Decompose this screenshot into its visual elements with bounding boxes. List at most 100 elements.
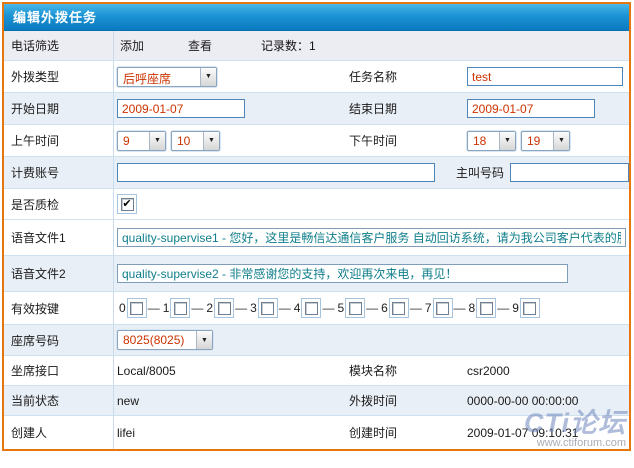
module-name-label: 模块名称 xyxy=(349,362,467,379)
pm-time-from-dropdown[interactable]: 18 ▼ xyxy=(467,131,516,151)
valid-key-checkbox-3[interactable] xyxy=(258,298,278,318)
row-creator-createtime: 创建人 lifei 创建时间 2009-01-07 09:10:31 xyxy=(4,416,629,449)
key-digit-7: 7 xyxy=(425,301,432,315)
chevron-down-icon[interactable]: ▼ xyxy=(203,132,219,150)
am-time-from-dropdown[interactable]: 9 ▼ xyxy=(117,131,166,151)
row-quality-check: 是否质检 ✔ xyxy=(4,189,629,220)
edit-outbound-task-window: 编辑外拨任务 电话筛选 添加 查看 记录数：1 外拨类型 后呼座席 ▼ 任务名称… xyxy=(2,2,631,451)
creator-label: 创建人 xyxy=(4,416,114,449)
module-name-value: csr2000 xyxy=(467,364,510,378)
row-phone-filter: 电话筛选 添加 查看 记录数：1 xyxy=(4,31,629,61)
valid-keys-label: 有效按键 xyxy=(4,292,114,324)
quality-check-label: 是否质检 xyxy=(4,189,114,219)
chevron-down-icon[interactable]: ▼ xyxy=(553,132,569,150)
add-link[interactable]: 添加 xyxy=(120,37,144,54)
window-title: 编辑外拨任务 xyxy=(4,4,629,31)
am-time-to-value: 10 xyxy=(172,132,203,150)
valid-keys-group: 0 — 1 — 2 — 3 — 4 — 5 — 6 — xyxy=(117,298,540,318)
row-valid-keys: 有效按键 0 — 1 — 2 — 3 — 4 — 5 — 6 xyxy=(4,292,629,325)
key-digit-9: 9 xyxy=(512,301,519,315)
pm-time-label: 下午时间 xyxy=(349,132,467,149)
agent-number-dropdown[interactable]: 8025(8025) ▼ xyxy=(117,330,213,350)
voice-file-1-label: 语音文件1 xyxy=(4,220,114,255)
agent-interface-value: Local/8005 xyxy=(117,364,176,378)
valid-key-checkbox-5[interactable] xyxy=(345,298,365,318)
row-status-dialtime: 当前状态 new 外拨时间 0000-00-00 00:00:00 xyxy=(4,386,629,416)
creator-value: lifei xyxy=(117,426,135,440)
current-status-value: new xyxy=(117,394,139,408)
chevron-down-icon[interactable]: ▼ xyxy=(200,68,216,86)
check-icon: ✔ xyxy=(121,198,134,211)
valid-key-checkbox-7[interactable] xyxy=(433,298,453,318)
am-time-from-value: 9 xyxy=(118,132,149,150)
row-agent-number: 座席号码 8025(8025) ▼ xyxy=(4,325,629,356)
key-separator: — xyxy=(454,301,466,315)
valid-key-checkbox-6[interactable] xyxy=(389,298,409,318)
agent-interface-label: 坐席接口 xyxy=(4,356,114,385)
key-separator: — xyxy=(366,301,378,315)
row-billing-caller: 计费账号 主叫号码 xyxy=(4,157,629,189)
end-date-input[interactable] xyxy=(467,99,595,118)
chevron-down-icon[interactable]: ▼ xyxy=(196,331,212,349)
key-digit-2: 2 xyxy=(206,301,213,315)
start-date-label: 开始日期 xyxy=(4,93,114,124)
key-digit-3: 3 xyxy=(250,301,257,315)
pm-time-to-value: 19 xyxy=(522,132,553,150)
task-type-value: 后呼座席 xyxy=(118,68,200,86)
valid-key-checkbox-1[interactable] xyxy=(170,298,190,318)
caller-number-label: 主叫号码 xyxy=(456,164,504,181)
dial-time-label: 外拨时间 xyxy=(349,392,467,409)
valid-key-checkbox-4[interactable] xyxy=(301,298,321,318)
key-separator: — xyxy=(322,301,334,315)
row-task-type-name: 外拨类型 后呼座席 ▼ 任务名称 xyxy=(4,61,629,93)
task-type-dropdown[interactable]: 后呼座席 ▼ xyxy=(117,67,217,87)
key-separator: — xyxy=(497,301,509,315)
record-count: 记录数：1 xyxy=(261,37,316,54)
chevron-down-icon[interactable]: ▼ xyxy=(499,132,515,150)
phone-filter-label: 电话筛选 xyxy=(4,31,114,60)
key-digit-0: 0 xyxy=(119,301,126,315)
am-time-to-dropdown[interactable]: 10 ▼ xyxy=(171,131,220,151)
start-date-input[interactable] xyxy=(117,99,245,118)
valid-key-checkbox-8[interactable] xyxy=(476,298,496,318)
agent-number-value: 8025(8025) xyxy=(118,331,196,349)
voice-file-2-label: 语音文件2 xyxy=(4,256,114,291)
agent-number-label: 座席号码 xyxy=(4,325,114,355)
row-times: 上午时间 9 ▼ 10 ▼ 下午时间 18 ▼ 19 xyxy=(4,125,629,157)
row-interface-module: 坐席接口 Local/8005 模块名称 csr2000 xyxy=(4,356,629,386)
quality-check-checkbox[interactable]: ✔ xyxy=(117,194,137,214)
row-dates: 开始日期 结束日期 xyxy=(4,93,629,125)
create-time-value: 2009-01-07 09:10:31 xyxy=(467,426,578,440)
task-name-label: 任务名称 xyxy=(349,68,467,85)
billing-account-input[interactable] xyxy=(117,163,435,182)
row-voice-file-2: 语音文件2 xyxy=(4,256,629,292)
billing-account-label: 计费账号 xyxy=(4,157,114,188)
key-separator: — xyxy=(410,301,422,315)
create-time-label: 创建时间 xyxy=(349,424,467,441)
caller-number-input[interactable] xyxy=(510,163,629,182)
valid-key-checkbox-0[interactable] xyxy=(127,298,147,318)
valid-key-checkbox-2[interactable] xyxy=(214,298,234,318)
key-separator: — xyxy=(235,301,247,315)
chevron-down-icon[interactable]: ▼ xyxy=(149,132,165,150)
key-digit-8: 8 xyxy=(469,301,476,315)
pm-time-from-value: 18 xyxy=(468,132,499,150)
am-time-label: 上午时间 xyxy=(4,125,114,156)
key-digit-5: 5 xyxy=(337,301,344,315)
pm-time-to-dropdown[interactable]: 19 ▼ xyxy=(521,131,570,151)
view-link[interactable]: 查看 xyxy=(188,37,212,54)
row-voice-file-1: 语音文件1 xyxy=(4,220,629,256)
current-status-label: 当前状态 xyxy=(4,386,114,415)
valid-key-checkbox-9[interactable] xyxy=(520,298,540,318)
key-separator: — xyxy=(279,301,291,315)
voice-file-1-input[interactable] xyxy=(117,228,626,247)
key-separator: — xyxy=(191,301,203,315)
dial-time-value: 0000-00-00 00:00:00 xyxy=(467,394,578,408)
task-name-input[interactable] xyxy=(467,67,623,86)
key-digit-4: 4 xyxy=(294,301,301,315)
key-digit-6: 6 xyxy=(381,301,388,315)
end-date-label: 结束日期 xyxy=(349,100,467,117)
key-separator: — xyxy=(148,301,160,315)
voice-file-2-input[interactable] xyxy=(117,264,568,283)
task-type-label: 外拨类型 xyxy=(4,61,114,92)
